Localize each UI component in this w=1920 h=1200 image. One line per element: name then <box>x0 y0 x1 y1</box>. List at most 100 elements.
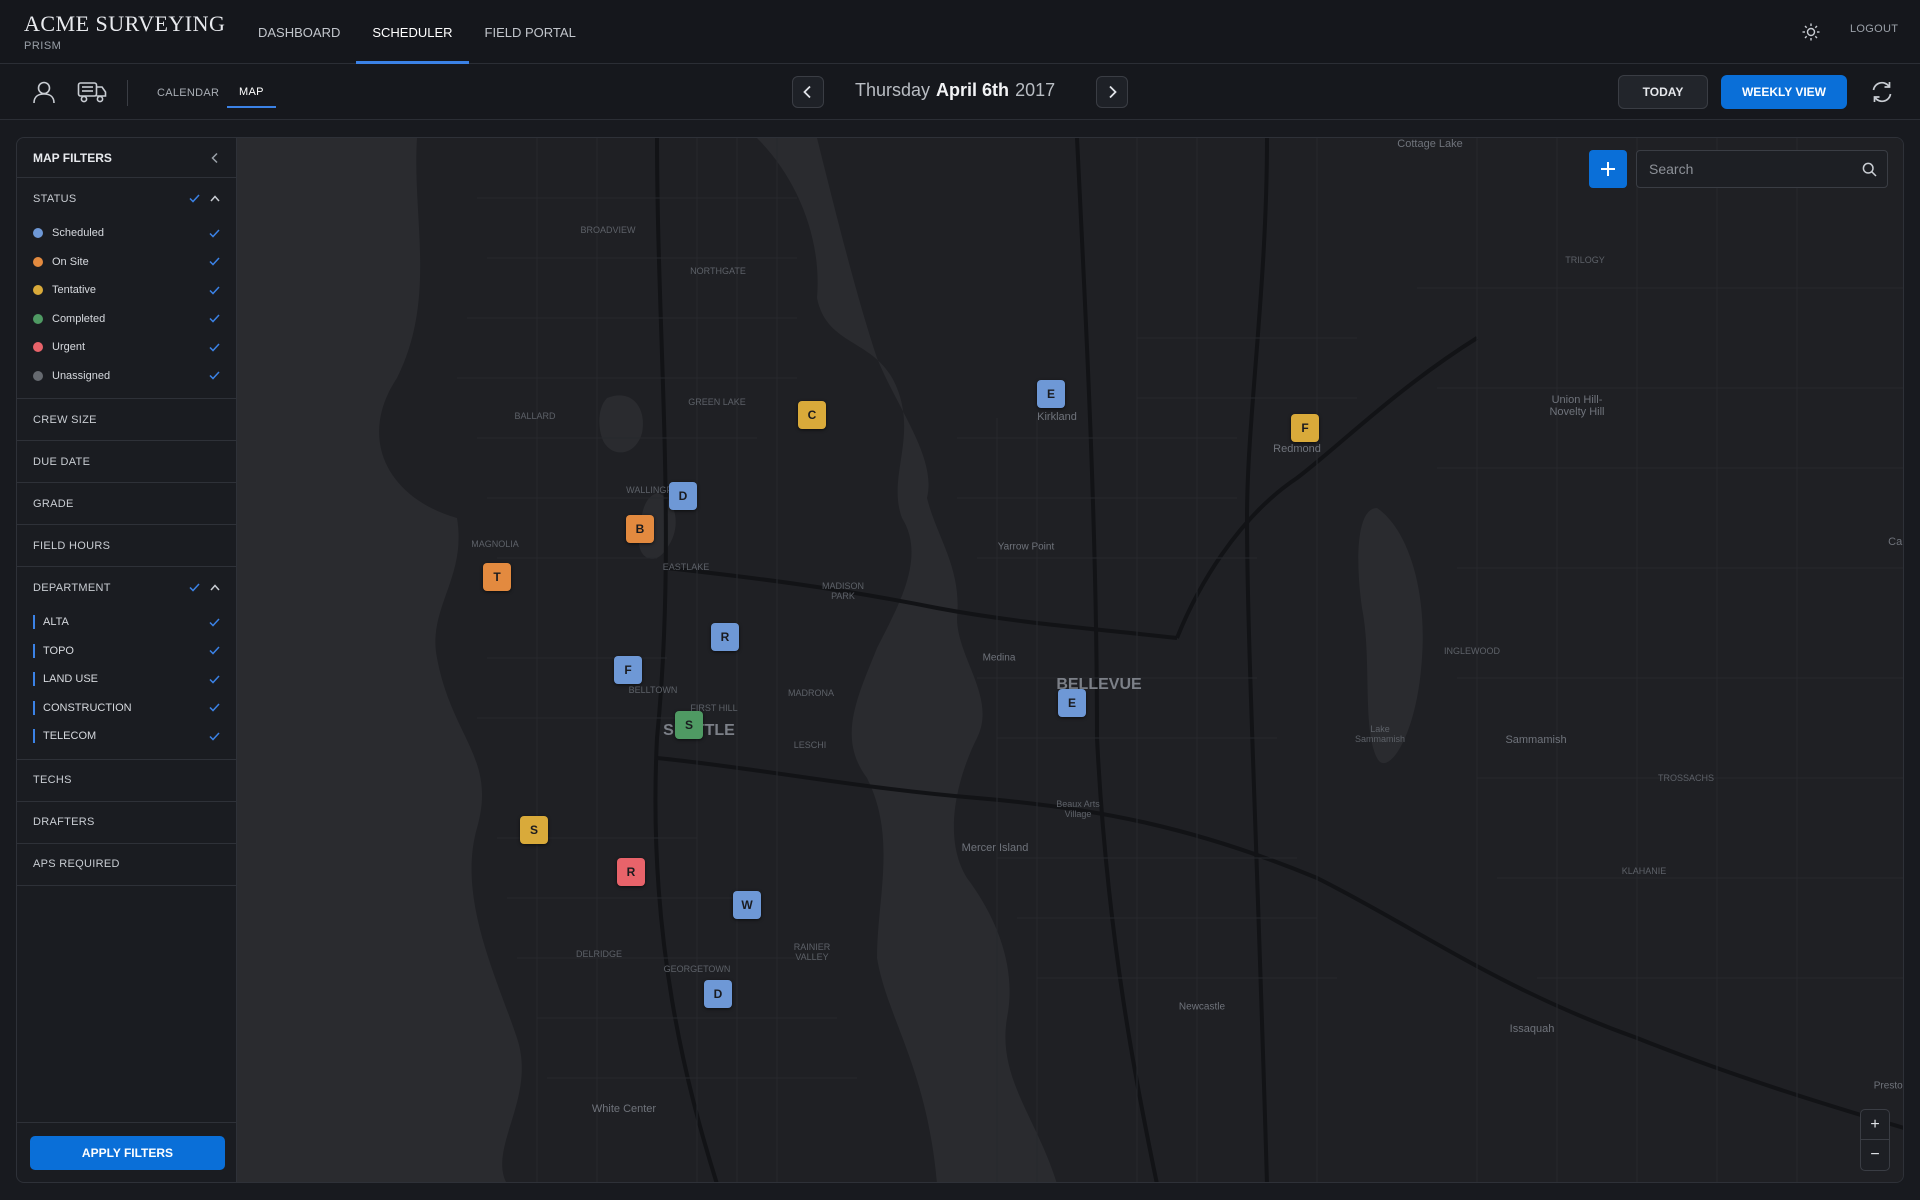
place-label: Car <box>1888 536 1903 548</box>
department-section-header[interactable]: DEPARTMENT <box>17 567 236 608</box>
place-label: LESCHI <box>793 740 827 750</box>
job-marker[interactable]: C <box>798 401 826 429</box>
zoom-out-button[interactable]: − <box>1861 1140 1889 1170</box>
field-hours-filter[interactable]: FIELD HOURS <box>17 525 236 566</box>
filters-header: MAP FILTERS <box>17 138 236 178</box>
job-marker[interactable]: R <box>711 623 739 651</box>
job-marker[interactable]: E <box>1058 689 1086 717</box>
job-marker[interactable]: W <box>733 891 761 919</box>
department-filter-land-use[interactable]: LAND USE <box>17 665 236 694</box>
job-marker[interactable]: D <box>704 980 732 1008</box>
status-color-dot <box>33 370 43 381</box>
status-section-header[interactable]: STATUS <box>17 178 236 219</box>
job-marker[interactable]: S <box>520 816 548 844</box>
zoom-control: + − <box>1860 1109 1890 1171</box>
zoom-in-button[interactable]: + <box>1861 1110 1889 1140</box>
department-section-label: DEPARTMENT <box>33 581 111 594</box>
map-filters-panel: MAP FILTERS STATUS Scheduled On Site Tenta… <box>16 137 237 1183</box>
place-label: TROSSACHS <box>1657 773 1715 783</box>
check-icon <box>189 583 200 592</box>
place-label: EASTLAKE <box>662 562 710 572</box>
grade-filter[interactable]: GRADE <box>17 483 236 524</box>
place-label: Redmond <box>1273 443 1321 455</box>
today-button[interactable]: TODAY <box>1618 75 1708 109</box>
nav-field-portal[interactable]: FIELD PORTAL <box>469 0 592 64</box>
crew-size-filter[interactable]: CREW SIZE <box>17 399 236 440</box>
status-filter-tentative[interactable]: Tentative <box>17 276 236 305</box>
add-job-button[interactable] <box>1589 150 1627 188</box>
nav-scheduler[interactable]: SCHEDULER <box>356 0 469 64</box>
status-color-dot <box>33 285 43 296</box>
department-filter-label: ALTA <box>43 616 69 629</box>
techs-filter[interactable]: TECHS <box>17 760 236 801</box>
department-list: ALTA TOPO LAND USE CONSTRUCTION TELECOM <box>17 608 236 751</box>
place-label: Cottage Lake <box>1397 138 1463 150</box>
check-icon <box>209 675 220 684</box>
apply-filters-button[interactable]: APPLY FILTERS <box>30 1136 225 1170</box>
status-filter-urgent[interactable]: Urgent <box>17 333 236 362</box>
drafters-filter[interactable]: DRAFTERS <box>17 802 236 843</box>
tab-map[interactable]: MAP <box>227 78 276 108</box>
toolbar-divider <box>127 80 128 106</box>
job-marker[interactable]: E <box>1037 380 1065 408</box>
check-icon <box>209 314 220 323</box>
status-filter-completed[interactable]: Completed <box>17 305 236 334</box>
status-section: STATUS Scheduled On Site Tentative Complete… <box>17 178 236 399</box>
job-marker[interactable]: F <box>614 656 642 684</box>
department-bar <box>33 672 35 687</box>
next-date-button[interactable] <box>1096 76 1128 108</box>
place-label: DELRIDGE <box>575 949 623 959</box>
theme-toggle-sun-icon[interactable] <box>1798 19 1824 45</box>
due-date-filter[interactable]: DUE DATE <box>17 441 236 482</box>
date-weekday: Thursday <box>855 80 931 100</box>
search-icon[interactable] <box>1862 162 1877 177</box>
user-icon[interactable] <box>30 78 58 106</box>
place-label: BROADVIEW <box>580 225 636 235</box>
status-filter-on-site[interactable]: On Site <box>17 248 236 277</box>
refresh-icon[interactable] <box>1868 78 1896 106</box>
brand[interactable]: ACME SURVEYING PRISM <box>24 11 225 52</box>
place-label: MAGNOLIA <box>471 539 519 549</box>
collapse-panel-chevron-icon[interactable] <box>210 152 220 164</box>
department-filter-construction[interactable]: CONSTRUCTION <box>17 694 236 723</box>
plus-icon <box>1601 162 1615 176</box>
department-bar <box>33 643 35 658</box>
place-label: TRILOGY <box>1565 255 1605 265</box>
status-color-dot <box>33 313 43 324</box>
nav-dashboard[interactable]: DASHBOARD <box>242 0 356 64</box>
job-marker[interactable]: S <box>675 711 703 739</box>
department-filter-label: TELECOM <box>43 730 97 743</box>
job-marker[interactable]: F <box>1291 414 1319 442</box>
job-marker[interactable]: D <box>669 482 697 510</box>
weekly-view-button[interactable]: WEEKLY VIEW <box>1721 75 1847 109</box>
status-filter-label: Tentative <box>52 284 97 297</box>
status-filter-scheduled[interactable]: Scheduled <box>17 219 236 248</box>
aps-required-section: APS REQUIRED <box>17 844 236 886</box>
place-label: Kirkland <box>1037 411 1077 423</box>
department-filter-topo[interactable]: TOPO <box>17 637 236 666</box>
prev-date-button[interactable] <box>792 76 824 108</box>
department-bar <box>33 729 35 744</box>
truck-icon[interactable] <box>77 78 107 106</box>
status-section-label: STATUS <box>33 192 77 205</box>
map-canvas[interactable]: Cottage Lake BROADVIEW NORTHGATE TRILOGY… <box>237 137 1904 1183</box>
job-marker[interactable]: R <box>617 858 645 886</box>
place-label: INGLEWOOD <box>1443 646 1501 656</box>
brand-title: ACME SURVEYING <box>24 11 226 36</box>
job-marker[interactable]: B <box>626 515 654 543</box>
aps-required-filter[interactable]: APS REQUIRED <box>17 844 236 885</box>
search-input[interactable] <box>1637 151 1887 187</box>
place-label: MADRONA <box>787 688 835 698</box>
brand-subtitle: PRISM <box>24 40 62 52</box>
check-icon <box>209 286 220 295</box>
date-year: 2017 <box>1015 80 1056 100</box>
check-icon <box>209 646 220 655</box>
department-bar <box>33 615 35 630</box>
status-filter-unassigned[interactable]: Unassigned <box>17 362 236 391</box>
department-filter-alta[interactable]: ALTA <box>17 608 236 637</box>
tab-calendar[interactable]: CALENDAR <box>145 78 231 108</box>
job-marker[interactable]: T <box>483 563 511 591</box>
logout-link[interactable]: LOGOUT <box>1850 23 1898 35</box>
top-bar: ACME SURVEYING PRISM DASHBOARD SCHEDULER… <box>0 0 1920 64</box>
department-filter-telecom[interactable]: TELECOM <box>17 722 236 751</box>
